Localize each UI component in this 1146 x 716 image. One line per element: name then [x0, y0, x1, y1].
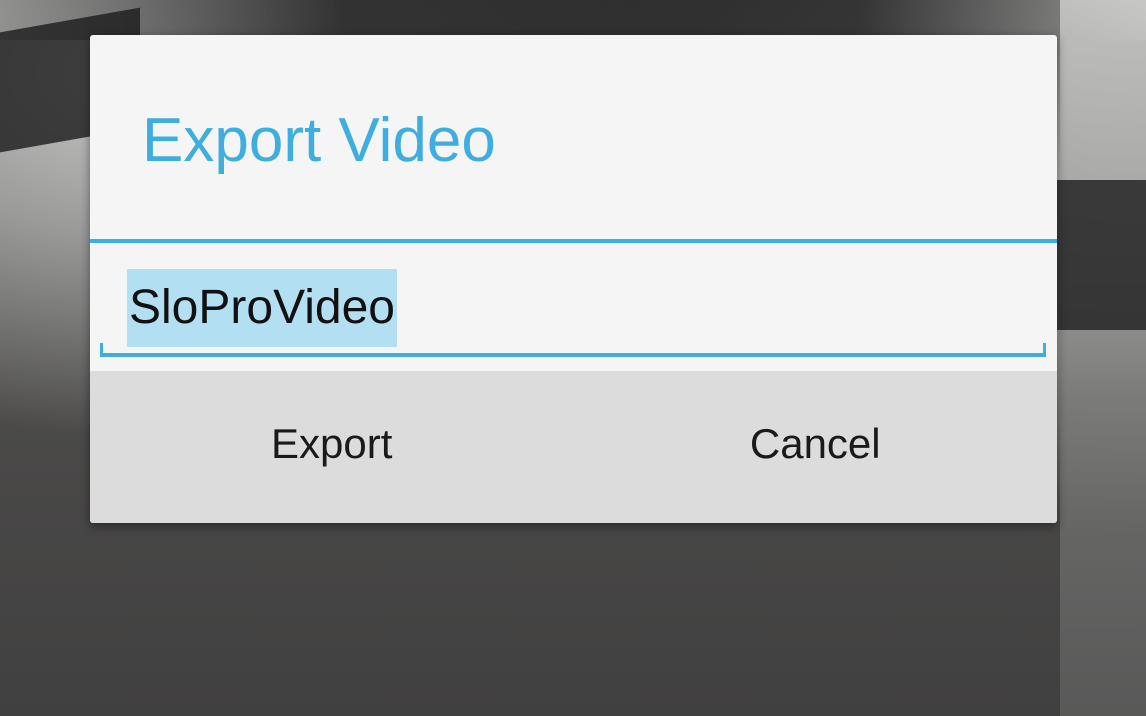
background-band: [0, 0, 1146, 40]
dialog-body: SloProVideo: [90, 243, 1057, 371]
input-underline: [100, 353, 1046, 357]
filename-selected-text[interactable]: SloProVideo: [127, 268, 397, 347]
cancel-button[interactable]: Cancel: [574, 371, 1058, 523]
export-video-dialog: Export Video SloProVideo Export Cancel: [90, 35, 1057, 523]
export-button[interactable]: Export: [90, 371, 574, 523]
dialog-button-bar: Export Cancel: [90, 371, 1057, 523]
filename-value-wrap: SloProVideo: [127, 268, 397, 347]
dialog-title: Export Video: [142, 106, 496, 175]
filename-input[interactable]: SloProVideo: [100, 243, 1046, 363]
background-panel: [1060, 0, 1146, 716]
dialog-header: Export Video: [90, 35, 1057, 239]
